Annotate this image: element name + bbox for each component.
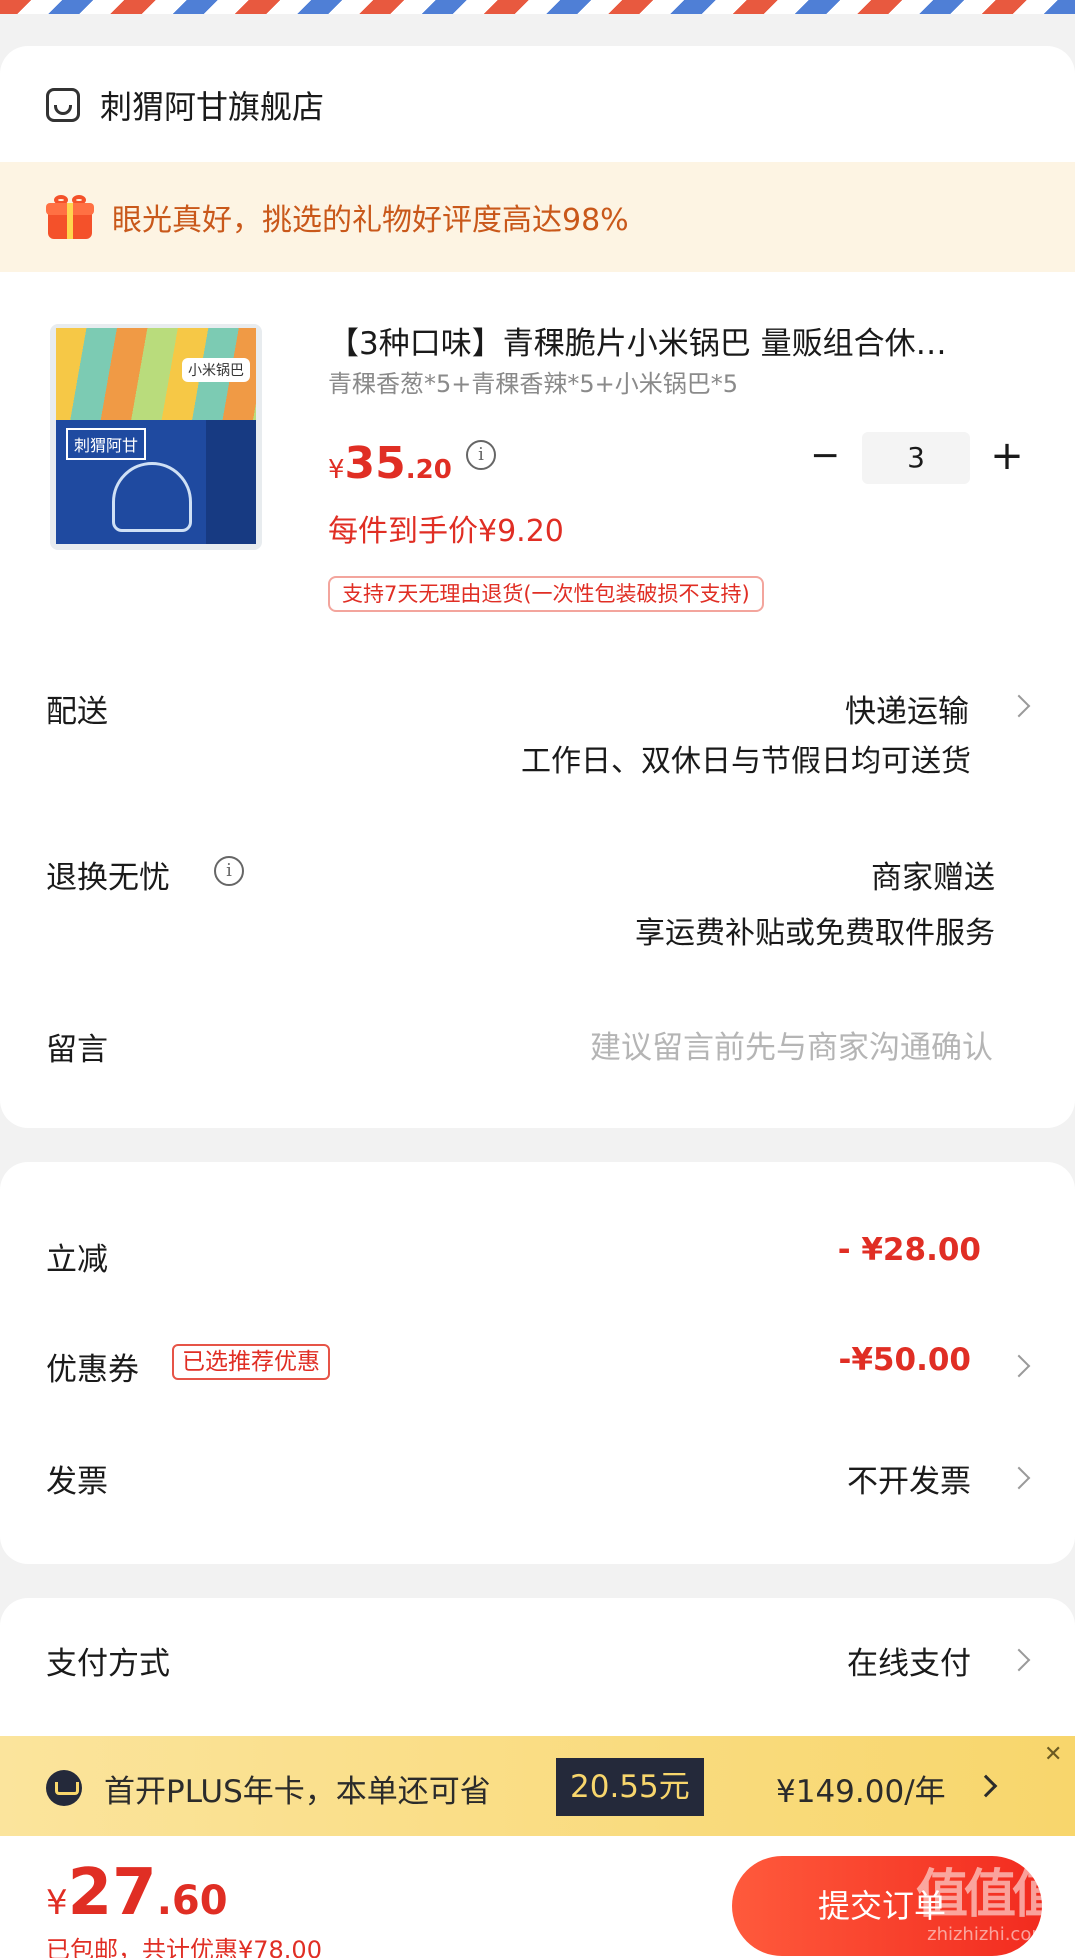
plus-chevron-icon[interactable] [974,1774,998,1798]
delivery-label: 配送 [46,694,108,730]
payment-value[interactable]: 在线支付 [847,1638,971,1683]
coupon-label: 优惠券 [46,1352,139,1388]
discount-value: - ¥28.00 [837,1232,981,1268]
product-brand-logo: 刺猬阿甘 [66,428,147,460]
plus-price: ¥149.00/年 [776,1774,946,1810]
payment-label: 支付方式 [46,1646,170,1682]
close-icon[interactable]: ✕ [1044,1742,1062,1767]
hand-price: 每件到手价¥9.20 [328,514,564,549]
total-price: ¥ 27 .60 [46,1856,228,1930]
quantity-input[interactable]: 3 [862,432,970,484]
store-icon [46,88,80,122]
message-label: 留言 [46,1032,108,1068]
product-title[interactable]: 【3种口味】青稞脆片小米锅巴 量贩组合休… [328,318,1028,363]
delivery-value[interactable]: 快递运输 [845,686,969,731]
return-worry-info-icon[interactable]: i [214,856,244,886]
return-worry-label: 退换无忧 [46,860,170,896]
gift-banner: 眼光真好，挑选的礼物好评度高达98% [0,162,1075,272]
return-worry-sub: 享运费补贴或免费取件服务 [635,916,995,951]
discount-label: 立减 [46,1242,108,1278]
gift-icon [46,195,94,239]
delivery-sub: 工作日、双休日与节假日均可送货 [521,744,971,779]
invoice-value[interactable]: 不开发票 [847,1456,971,1501]
plus-promo-bar[interactable]: 首开PLUS年卡，本单还可省 20.55元 ¥149.00/年 ✕ [0,1736,1075,1836]
plus-promo-text: 首开PLUS年卡，本单还可省 [104,1774,491,1810]
quantity-plus-button[interactable]: + [990,434,1024,478]
message-input[interactable]: 建议留言前先与商家沟通确认 [590,1022,993,1067]
product-image[interactable]: 小米锅巴 刺猬阿甘 [50,324,262,550]
coupon-tag: 已选推荐优惠 [172,1344,330,1380]
airmail-border [0,0,1075,14]
product-box: 刺猬阿甘 [56,420,256,544]
store-header[interactable]: 刺猬阿甘旗舰店 [46,60,324,150]
product-spec[interactable]: 青稞香葱*5+青稞香辣*5+小米锅巴*5 [328,364,738,399]
coupon-value[interactable]: -¥50.00 [839,1342,972,1378]
price-info-icon[interactable]: i [466,440,496,470]
product-image-label: 小米锅巴 [182,358,250,382]
return-policy-badge: 支持7天无理由退货(一次性包装破损不支持) [328,576,764,612]
total-note: 已包邮，共计优惠¥78.00 [46,1936,322,1958]
plus-save-amount: 20.55元 [556,1758,704,1816]
gift-banner-text: 眼光真好，挑选的礼物好评度高达98% [112,203,629,238]
plus-crown-icon [46,1770,82,1806]
site-watermark: 值值值 zhizhizhi.com [915,1865,1064,1945]
quantity-minus-button[interactable]: − [810,438,840,474]
return-worry-value: 商家赠送 [871,860,995,896]
product-price: ¥ 35 .20 [328,438,452,489]
store-name: 刺猬阿甘旗舰店 [100,88,325,126]
invoice-label: 发票 [46,1464,108,1500]
